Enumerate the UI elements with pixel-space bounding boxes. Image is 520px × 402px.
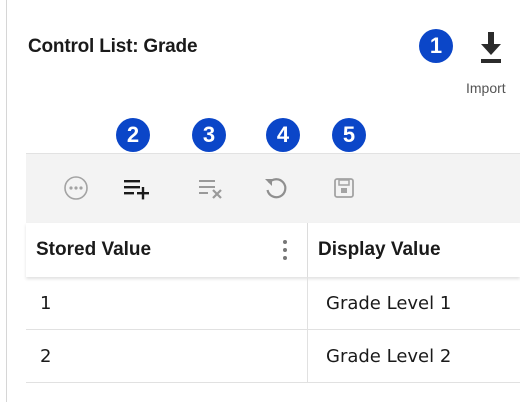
table-row[interactable]: 2 Grade Level 2 (26, 330, 520, 383)
stored-value-cell[interactable]: 1 (40, 277, 51, 329)
callout-badge-1: 1 (419, 29, 453, 63)
column-menu-icon[interactable] (282, 238, 288, 262)
more-options-icon (64, 176, 88, 200)
control-list-grid: Stored Value Display Value 1 Grade Level… (26, 153, 520, 383)
refresh-icon (265, 178, 287, 199)
download-icon (481, 32, 501, 63)
refresh-button[interactable] (258, 170, 294, 206)
grid-toolbar (26, 153, 520, 224)
save-icon (334, 178, 354, 198)
panel-left-border (6, 0, 7, 402)
column-header-stored-value[interactable]: Stored Value (36, 223, 151, 277)
stored-value-cell[interactable]: 2 (40, 330, 51, 382)
clear-rows-button[interactable] (193, 170, 229, 206)
more-options-button[interactable] (58, 170, 94, 206)
column-header-display-value[interactable]: Display Value (318, 223, 441, 277)
page-title: Control List: Grade (28, 36, 198, 57)
callout-badge-5: 5 (332, 118, 366, 152)
grid-header: Stored Value Display Value (26, 223, 520, 277)
add-row-icon (124, 180, 149, 200)
clear-rows-icon (199, 180, 222, 199)
display-value-cell[interactable]: Grade Level 2 (326, 330, 451, 382)
column-separator (307, 223, 308, 277)
callout-badge-4: 4 (266, 118, 300, 152)
import-label: Import (466, 80, 506, 96)
display-value-cell[interactable]: Grade Level 1 (326, 277, 451, 329)
import-button[interactable]: Import (460, 30, 520, 102)
table-row[interactable]: 1 Grade Level 1 (26, 277, 520, 330)
save-button[interactable] (326, 170, 362, 206)
callout-badge-2: 2 (116, 118, 150, 152)
add-row-button[interactable] (118, 170, 154, 206)
callout-badge-3: 3 (192, 118, 226, 152)
